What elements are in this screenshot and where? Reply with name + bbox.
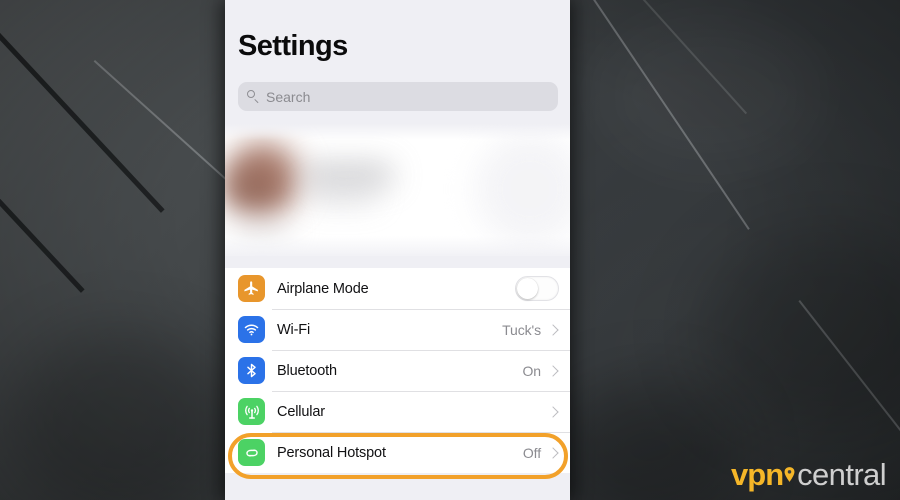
background-left-slab	[0, 0, 232, 500]
watermark-brand-primary: vpn	[731, 457, 784, 492]
settings-row-label: Personal Hotspot	[277, 444, 386, 461]
blurred-highlight	[475, 134, 570, 244]
settings-group-connectivity: Airplane Mode Wi-Fi Tuck's Bluetooth On …	[225, 268, 570, 473]
settings-row-value: Tuck's	[502, 321, 541, 338]
blurred-avatar-core	[225, 168, 279, 208]
settings-row-value: On	[522, 362, 542, 379]
settings-row-bluetooth[interactable]: Bluetooth On	[225, 350, 570, 391]
chevron-right-icon	[547, 323, 559, 336]
wifi-icon	[238, 316, 265, 343]
page-title: Settings	[238, 30, 348, 62]
settings-row-value: Off	[522, 444, 541, 461]
watermark-logo: vpn central	[731, 457, 887, 492]
chevron-right-icon	[547, 446, 559, 459]
blurred-subtitle-line	[307, 186, 377, 202]
settings-row-airplane-mode[interactable]: Airplane Mode	[225, 268, 570, 309]
settings-row-label: Wi-Fi	[277, 321, 311, 338]
blurred-name-line	[303, 164, 393, 186]
toggle-knob	[517, 278, 538, 299]
settings-row-label: Cellular	[277, 403, 325, 420]
settings-row-wifi[interactable]: Wi-Fi Tuck's	[225, 309, 570, 350]
watermark-brand-secondary: central	[797, 457, 886, 492]
airplane-mode-toggle[interactable]	[515, 276, 559, 301]
bluetooth-icon	[238, 357, 265, 384]
personal-hotspot-icon	[238, 439, 265, 466]
location-pin-icon	[784, 467, 795, 482]
settings-row-personal-hotspot[interactable]: Personal Hotspot Off	[225, 432, 570, 473]
search-placeholder: Search	[266, 88, 311, 105]
screenshot-root: Settings Search Airplane Mode Wi-Fi Tuck…	[0, 0, 900, 500]
cellular-icon	[238, 398, 265, 425]
airplane-icon	[238, 275, 265, 302]
search-icon	[247, 90, 260, 103]
search-input[interactable]: Search	[238, 82, 558, 111]
card-top-fade	[225, 124, 570, 140]
settings-row-label: Bluetooth	[277, 362, 337, 379]
chevron-right-icon	[547, 405, 559, 418]
chevron-right-icon	[547, 364, 559, 377]
settings-panel: Settings Search Airplane Mode Wi-Fi Tuck…	[225, 0, 570, 500]
card-bottom-fade	[225, 236, 570, 260]
settings-row-label: Airplane Mode	[277, 280, 369, 297]
settings-row-cellular[interactable]: Cellular	[225, 391, 570, 432]
